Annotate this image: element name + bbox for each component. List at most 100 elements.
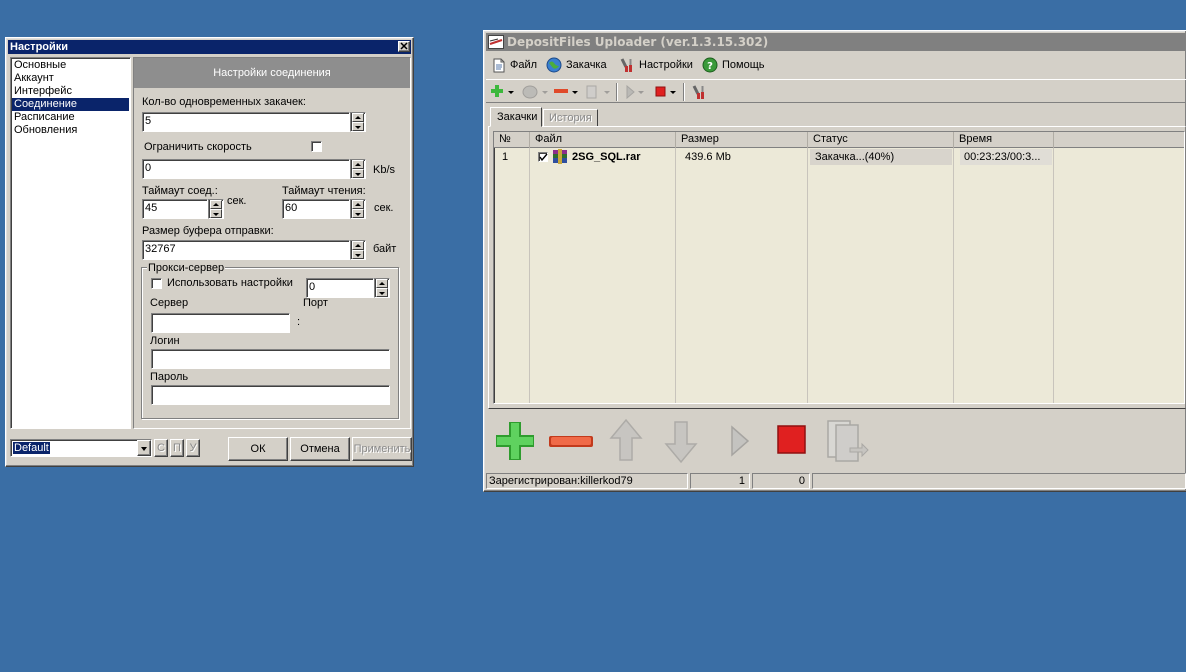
start-small-icon[interactable]: [624, 84, 648, 100]
profile-create-button[interactable]: С: [154, 439, 168, 457]
nav-item-account[interactable]: Аккаунт: [12, 72, 129, 85]
nav-item-connection[interactable]: Соединение: [12, 98, 129, 111]
spin-down-button[interactable]: [352, 169, 364, 178]
move-small-icon[interactable]: [586, 84, 614, 100]
add-button-icon[interactable]: [492, 418, 538, 464]
spin-down-button[interactable]: [376, 288, 388, 297]
speed-value[interactable]: 0: [142, 159, 350, 179]
read-timeout-unit: сек.: [374, 202, 394, 214]
rar-archive-icon: [553, 149, 567, 164]
proxy-type-spinner[interactable]: 0: [306, 278, 390, 298]
concurrent-value[interactable]: 5: [142, 112, 350, 132]
concurrent-spinner[interactable]: 5: [142, 112, 366, 132]
login-input[interactable]: [151, 349, 390, 369]
menu-upload-label: Закачка: [566, 59, 607, 71]
add-small-icon[interactable]: [491, 84, 515, 100]
move-down-icon[interactable]: [663, 418, 699, 464]
menu-file-label: Файл: [510, 59, 538, 71]
spin-up-button[interactable]: [352, 113, 364, 122]
speed-unit: Kb/s: [373, 164, 396, 176]
row-num: 1: [502, 151, 509, 163]
proxy-type-value[interactable]: 0: [306, 278, 374, 298]
app-logo-icon: [488, 35, 504, 49]
settings-title: Настройки: [10, 41, 69, 53]
limit-speed-checkbox[interactable]: [311, 141, 322, 152]
tab-history-label: История: [549, 112, 592, 124]
profile-delete-button[interactable]: У: [186, 439, 200, 457]
ok-button[interactable]: ОК: [228, 437, 288, 461]
spin-down-button[interactable]: [352, 122, 364, 131]
tab-history[interactable]: История: [543, 109, 598, 127]
stop-button-icon[interactable]: [776, 422, 808, 462]
col-time[interactable]: Время: [954, 132, 1054, 148]
menu-file[interactable]: Файл: [492, 54, 537, 76]
open-small-icon[interactable]: [522, 84, 550, 100]
spin-up-button[interactable]: [352, 241, 364, 250]
port-label: Порт: [303, 297, 328, 309]
col-file[interactable]: Файл: [530, 132, 676, 148]
tab-downloads-label: Закачки: [497, 111, 538, 123]
uploader-window: DepositFiles Uploader (ver.1.3.15.302) Ф…: [483, 30, 1186, 492]
close-button[interactable]: [398, 41, 410, 52]
start-button-icon[interactable]: [728, 421, 754, 461]
stop-small-icon[interactable]: [655, 84, 679, 100]
tab-content: № Файл Размер Статус Время 1 2SG_SQL.rar: [488, 126, 1186, 409]
col-status[interactable]: Статус: [808, 132, 954, 148]
spin-down-button[interactable]: [352, 209, 364, 218]
file-icon: [493, 58, 505, 72]
upload-list: № Файл Размер Статус Время 1 2SG_SQL.rar: [493, 131, 1185, 404]
copy-button-icon[interactable]: [826, 418, 870, 464]
remove-small-icon[interactable]: [554, 84, 582, 100]
profile-rename-button[interactable]: П: [170, 439, 184, 457]
col-num[interactable]: №: [494, 132, 530, 148]
spin-down-button[interactable]: [210, 209, 222, 218]
status-registered: Зарегистрирован:killerkod79: [486, 473, 688, 489]
uploader-title-bar[interactable]: DepositFiles Uploader (ver.1.3.15.302): [486, 33, 1186, 51]
nav-item-schedule[interactable]: Расписание: [12, 111, 129, 124]
spin-up-button[interactable]: [376, 279, 388, 288]
conn-timeout-value[interactable]: 45: [142, 199, 208, 219]
check-icon: [539, 153, 548, 162]
nav-item-updates[interactable]: Обновления: [12, 124, 129, 137]
row-checkbox[interactable]: [538, 152, 548, 162]
read-timeout-spinner[interactable]: 60: [282, 199, 366, 219]
status-count-2: 0: [752, 473, 810, 489]
menu-upload[interactable]: Закачка: [546, 54, 607, 76]
apply-button[interactable]: Применить: [352, 437, 412, 461]
password-label: Пароль: [150, 371, 189, 383]
login-label: Логин: [150, 335, 180, 347]
row-size: 439.6 Mb: [685, 151, 731, 163]
globe-icon: [546, 57, 562, 73]
remove-button-icon[interactable]: [548, 418, 594, 464]
status-bar: Зарегистрирован:killerkod79 1 0: [486, 471, 1186, 491]
read-timeout-value[interactable]: 60: [282, 199, 350, 219]
tools-icon: [620, 58, 632, 72]
spin-up-button[interactable]: [352, 200, 364, 209]
col-size[interactable]: Размер: [676, 132, 808, 148]
menu-help[interactable]: ? Помощь: [702, 54, 765, 76]
nav-item-interface[interactable]: Интерфейс: [12, 85, 129, 98]
profile-dropdown-button[interactable]: [137, 440, 151, 456]
nav-item-basic[interactable]: Основные: [12, 59, 129, 72]
buffer-spinner[interactable]: 32767: [142, 240, 366, 260]
cancel-button[interactable]: Отмена: [290, 437, 350, 461]
menu-settings[interactable]: Настройки: [619, 54, 693, 76]
proxy-use-label: Использовать настройки: [167, 277, 293, 289]
spin-down-button[interactable]: [352, 250, 364, 259]
proxy-use-checkbox[interactable]: [151, 278, 162, 289]
tab-downloads[interactable]: Закачки: [490, 107, 542, 127]
buffer-value[interactable]: 32767: [142, 240, 350, 260]
read-timeout-label: Таймаут чтения:: [282, 185, 366, 197]
tools-small-icon[interactable]: [691, 84, 707, 100]
speed-spinner[interactable]: 0: [142, 159, 366, 179]
password-input[interactable]: [151, 385, 390, 405]
conn-timeout-spinner[interactable]: 45: [142, 199, 224, 219]
profile-combo[interactable]: Default: [10, 439, 152, 457]
server-input[interactable]: [151, 313, 290, 333]
svg-text:?: ?: [707, 61, 713, 72]
move-up-icon[interactable]: [608, 418, 644, 464]
spin-up-button[interactable]: [210, 200, 222, 209]
spin-up-button[interactable]: [352, 160, 364, 169]
table-row[interactable]: 1 2SG_SQL.rar 439.6 Mb Закачка...(40%) 0…: [494, 149, 1184, 165]
settings-title-bar[interactable]: Настройки: [8, 40, 411, 54]
